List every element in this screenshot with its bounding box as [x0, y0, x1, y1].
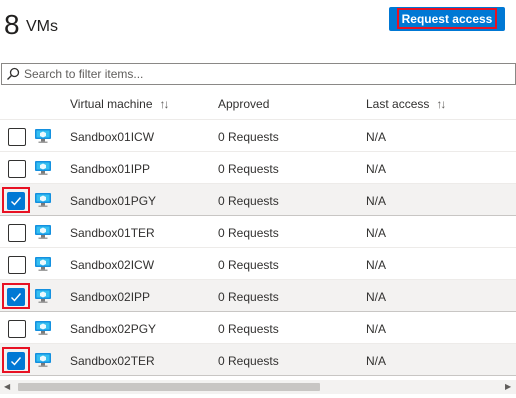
checkmark-icon	[11, 293, 22, 302]
column-header-approved[interactable]: Approved	[218, 96, 269, 112]
row-checkbox[interactable]	[8, 128, 26, 146]
sort-icon[interactable]: ↑↓	[160, 96, 170, 112]
table-row[interactable]: Sandbox02PGY 0 Requests N/A	[0, 312, 516, 344]
last-access: N/A	[366, 290, 387, 304]
virtual-machine-icon	[35, 193, 51, 207]
scrollbar-thumb[interactable]	[18, 383, 320, 391]
row-checkbox-wrapper[interactable]	[2, 155, 30, 181]
last-access: N/A	[366, 354, 387, 368]
table-body: Sandbox01ICW 0 Requests N/A Sandbox01IPP 0 R…	[0, 120, 516, 376]
row-checkbox-wrapper[interactable]	[2, 123, 30, 149]
approved-requests: 0 Requests	[218, 354, 279, 368]
last-access: N/A	[366, 162, 387, 176]
vm-count: 8	[4, 9, 20, 40]
row-checkbox-wrapper[interactable]	[2, 187, 30, 213]
vm-name: Sandbox01PGY	[70, 194, 157, 208]
row-checkbox[interactable]	[8, 256, 26, 274]
last-access: N/A	[366, 258, 387, 272]
column-header-label: Last access	[366, 97, 430, 111]
row-checkbox-wrapper[interactable]	[2, 283, 30, 309]
virtual-machine-icon	[35, 289, 51, 303]
page-header: 8 VMs Request access	[0, 0, 516, 58]
last-access: N/A	[366, 130, 387, 144]
virtual-machine-icon	[35, 161, 51, 175]
vm-name: Sandbox02TER	[70, 354, 155, 368]
last-access: N/A	[366, 322, 387, 336]
table-row[interactable]: Sandbox02ICW 0 Requests N/A	[0, 248, 516, 280]
search-input[interactable]	[24, 65, 504, 83]
approved-requests: 0 Requests	[218, 162, 279, 176]
virtual-machine-icon	[35, 321, 51, 335]
table-row[interactable]: Sandbox02TER 0 Requests N/A	[0, 344, 516, 376]
vm-name: Sandbox01IPP	[70, 162, 151, 176]
table-row[interactable]: Sandbox01TER 0 Requests N/A	[0, 216, 516, 248]
row-checkbox[interactable]	[7, 352, 25, 370]
vm-name: Sandbox02IPP	[70, 290, 151, 304]
virtual-machine-icon	[35, 353, 51, 367]
approved-requests: 0 Requests	[218, 130, 279, 144]
table-row[interactable]: Sandbox01PGY 0 Requests N/A	[0, 184, 516, 216]
virtual-machine-icon	[35, 257, 51, 271]
column-header-label: Virtual machine	[70, 97, 153, 111]
virtual-machine-icon	[35, 129, 51, 143]
approved-requests: 0 Requests	[218, 322, 279, 336]
last-access: N/A	[366, 194, 387, 208]
virtual-machine-icon	[35, 225, 51, 239]
approved-requests: 0 Requests	[218, 194, 279, 208]
row-checkbox-wrapper[interactable]	[2, 347, 30, 373]
sort-icon[interactable]: ↑↓	[436, 96, 446, 112]
table-row[interactable]: Sandbox02IPP 0 Requests N/A	[0, 280, 516, 312]
scroll-left-icon[interactable]: ◀	[4, 382, 10, 391]
vm-table: Virtual machine ↑↓ Approved Last access ↑↓…	[0, 88, 516, 376]
column-header-label: Approved	[218, 97, 270, 111]
approved-requests: 0 Requests	[218, 226, 279, 240]
scroll-right-icon[interactable]: ▶	[505, 382, 511, 391]
row-checkbox-wrapper[interactable]	[2, 251, 30, 277]
row-checkbox[interactable]	[8, 160, 26, 178]
checkmark-icon	[11, 357, 22, 366]
table-header-row: Virtual machine ↑↓ Approved Last access ↑↓	[0, 88, 516, 120]
table-row[interactable]: Sandbox01IPP 0 Requests N/A	[0, 152, 516, 184]
horizontal-scrollbar[interactable]: ◀ ▶	[0, 380, 516, 394]
vm-name: Sandbox01TER	[70, 226, 155, 240]
vm-name: Sandbox02PGY	[70, 322, 157, 336]
request-access-button[interactable]: Request access	[389, 7, 505, 31]
row-checkbox[interactable]	[7, 192, 25, 210]
vm-name: Sandbox02ICW	[70, 258, 155, 272]
approved-requests: 0 Requests	[218, 290, 279, 304]
last-access: N/A	[366, 226, 387, 240]
column-header-virtual-machine[interactable]: Virtual machine ↑↓	[70, 96, 170, 112]
checkmark-icon	[11, 197, 22, 206]
row-checkbox-wrapper[interactable]	[2, 315, 30, 341]
vm-name: Sandbox01ICW	[70, 130, 155, 144]
row-checkbox[interactable]	[8, 320, 26, 338]
search-icon	[7, 67, 20, 80]
vm-count-unit: VMs	[26, 18, 58, 35]
approved-requests: 0 Requests	[218, 258, 279, 272]
row-checkbox[interactable]	[8, 224, 26, 242]
table-row[interactable]: Sandbox01ICW 0 Requests N/A	[0, 120, 516, 152]
row-checkbox-wrapper[interactable]	[2, 219, 30, 245]
column-header-last-access[interactable]: Last access ↑↓	[366, 96, 446, 112]
search-box[interactable]	[1, 63, 516, 85]
row-checkbox[interactable]	[7, 288, 25, 306]
request-access-label: Request access	[397, 8, 497, 29]
